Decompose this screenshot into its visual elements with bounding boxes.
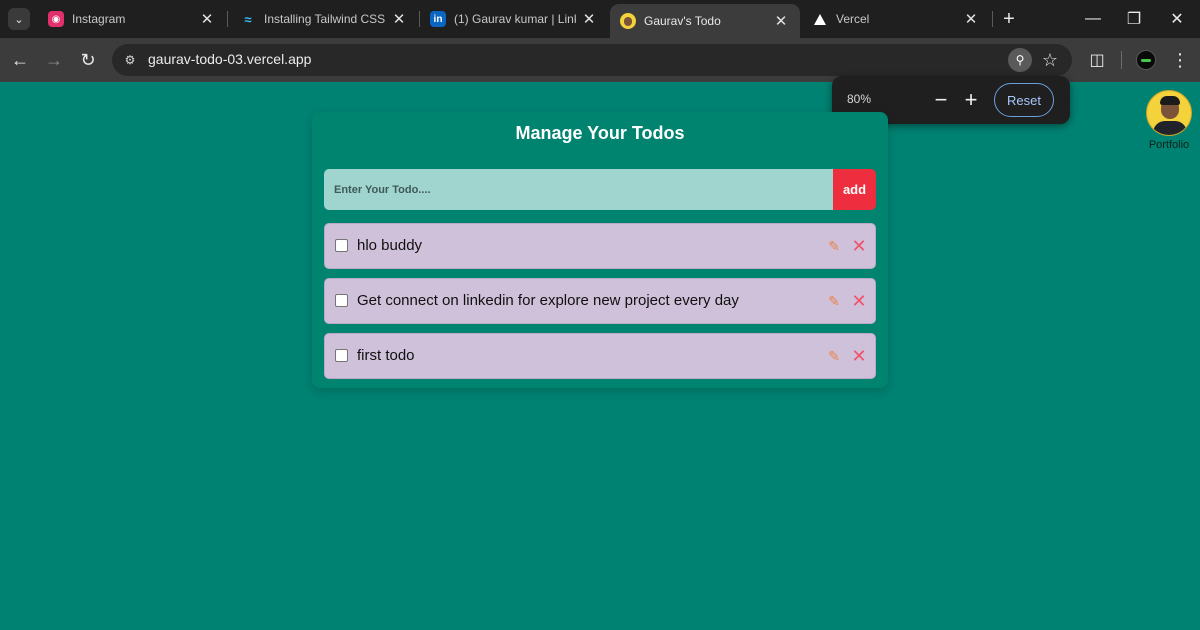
tab-separator xyxy=(992,11,993,27)
zoom-out-minus-icon[interactable]: − xyxy=(929,88,953,112)
vercel-icon xyxy=(812,11,828,27)
zoom-reset-button[interactable]: Reset xyxy=(994,83,1054,117)
tab-title: Instagram xyxy=(72,12,126,26)
tab-tailwind[interactable]: ≈ Installing Tailwind CSS with ✕ xyxy=(230,4,418,34)
address-bar[interactable]: ⚙ gaurav-todo-03.vercel.app ⚲ ☆ xyxy=(112,44,1072,76)
portfolio-link[interactable]: Portfolio xyxy=(1140,90,1198,151)
pencil-edit-icon[interactable]: ✎ xyxy=(826,291,842,311)
todo-item: hlo buddy ✎ ✕ xyxy=(324,223,876,269)
tab-title: Gaurav's Todo xyxy=(644,14,721,28)
zoom-in-plus-icon[interactable]: + xyxy=(959,88,983,112)
close-icon[interactable]: ✕ xyxy=(198,10,216,28)
forward-arrow-icon[interactable]: → xyxy=(42,48,66,72)
window-close-icon[interactable]: ✕ xyxy=(1157,5,1197,33)
todo-text: hlo buddy xyxy=(357,237,423,254)
tab-title: Vercel xyxy=(836,12,870,26)
tab-gaurav-todo[interactable]: Gaurav's Todo ✕ xyxy=(610,4,800,38)
add-todo-button[interactable]: add xyxy=(833,169,876,210)
close-icon[interactable]: ✕ xyxy=(772,12,790,30)
todo-item: first todo ✎ ✕ xyxy=(324,333,876,379)
url-text[interactable]: gaurav-todo-03.vercel.app xyxy=(148,51,311,67)
delete-x-icon[interactable]: ✕ xyxy=(850,345,868,367)
pencil-edit-icon[interactable]: ✎ xyxy=(826,236,842,256)
site-info-icon[interactable]: ⚙ xyxy=(120,50,140,70)
reload-icon[interactable]: ↻ xyxy=(76,48,100,72)
instagram-icon: ◉ xyxy=(48,11,64,27)
extensions-puzzle-icon[interactable]: ◫ xyxy=(1085,48,1109,72)
delete-x-icon[interactable]: ✕ xyxy=(850,290,868,312)
profile-avatar-icon[interactable] xyxy=(1136,50,1156,70)
todo-item: Get connect on linkedin for explore new … xyxy=(324,278,876,324)
todo-text: Get connect on linkedin for explore new … xyxy=(357,292,739,309)
minimize-icon[interactable]: — xyxy=(1073,5,1113,33)
avatar-favicon-icon xyxy=(620,13,636,29)
tab-strip: ⌄ ◉ Instagram ✕ ≈ Installing Tailwind CS… xyxy=(0,0,1200,38)
close-icon[interactable]: ✕ xyxy=(390,10,408,28)
portfolio-label[interactable]: Portfolio xyxy=(1140,139,1198,151)
tab-title: (1) Gaurav kumar | LinkedIn xyxy=(454,12,576,26)
todo-checkbox[interactable] xyxy=(335,349,348,362)
tab-vercel[interactable]: Vercel ✕ xyxy=(802,4,990,34)
delete-x-icon[interactable]: ✕ xyxy=(850,235,868,257)
linkedin-icon: in xyxy=(430,11,446,27)
tab-search-chevron-icon[interactable]: ⌄ xyxy=(8,8,30,30)
tab-title: Installing Tailwind CSS with xyxy=(264,12,386,26)
todo-card: Manage Your Todos add hlo buddy ✎ ✕ Get … xyxy=(312,112,888,388)
todo-checkbox[interactable] xyxy=(335,239,348,252)
page-title: Manage Your Todos xyxy=(515,123,685,143)
close-icon[interactable]: ✕ xyxy=(580,10,598,28)
pencil-edit-icon[interactable]: ✎ xyxy=(826,346,842,366)
portfolio-avatar[interactable] xyxy=(1146,90,1192,136)
close-icon[interactable]: ✕ xyxy=(962,10,980,28)
back-arrow-icon[interactable]: ← xyxy=(8,48,32,72)
bookmark-star-icon[interactable]: ☆ xyxy=(1038,48,1062,72)
kebab-menu-icon[interactable]: ⋮ xyxy=(1170,48,1190,72)
todo-input[interactable] xyxy=(324,169,834,210)
restore-icon[interactable]: ❐ xyxy=(1114,5,1154,33)
tab-instagram[interactable]: ◉ Instagram ✕ xyxy=(38,4,226,34)
todo-checkbox[interactable] xyxy=(335,294,348,307)
tab-separator xyxy=(227,11,228,27)
tailwind-icon: ≈ xyxy=(244,11,252,27)
toolbar-separator xyxy=(1121,51,1122,69)
zoom-magnifier-icon[interactable]: ⚲ xyxy=(1008,48,1032,72)
tab-linkedin[interactable]: in (1) Gaurav kumar | LinkedIn ✕ xyxy=(420,4,608,34)
new-tab-plus-icon[interactable]: + xyxy=(998,8,1020,30)
todo-text: first todo xyxy=(357,347,415,364)
zoom-level-text: 80% xyxy=(847,92,872,106)
